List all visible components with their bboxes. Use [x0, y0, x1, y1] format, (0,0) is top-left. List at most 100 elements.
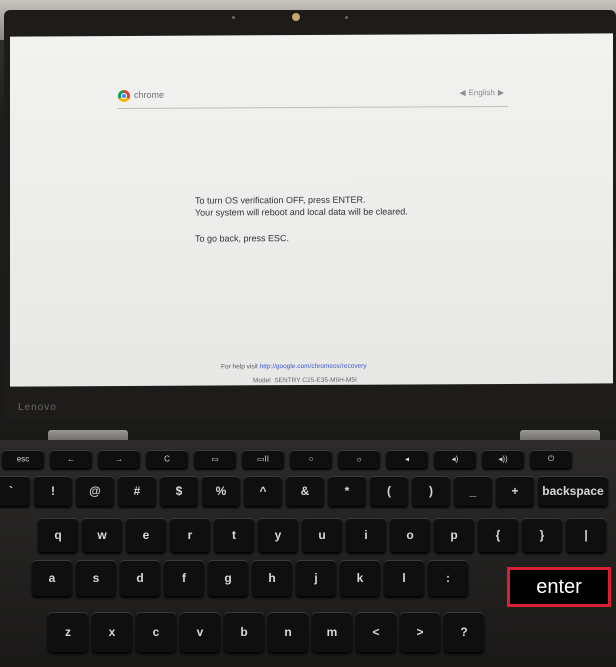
key-char[interactable]: ⏻	[530, 450, 572, 468]
key-char[interactable]: (	[370, 476, 408, 506]
photo: chrome ◀ English ▶ To turn OS verificati…	[0, 0, 616, 667]
key-char[interactable]: t	[214, 518, 254, 552]
key-char[interactable]: h	[252, 560, 292, 596]
key-label: t	[232, 528, 236, 542]
key-char[interactable]: u	[302, 518, 342, 552]
go-back-message: To go back, press ESC.	[195, 233, 290, 244]
key-char[interactable]: m	[312, 612, 352, 652]
key-label: ◂))	[498, 454, 508, 464]
key-char[interactable]: :	[428, 560, 468, 596]
key-char[interactable]: o	[390, 518, 430, 552]
key-label: ▭	[211, 454, 219, 464]
key-label: $	[175, 484, 183, 498]
key-char[interactable]: →	[98, 450, 140, 468]
key-char[interactable]: ◂)	[434, 450, 476, 468]
key-char[interactable]: e	[126, 518, 166, 552]
key-label: i	[364, 528, 368, 542]
key-char[interactable]: c	[136, 612, 176, 652]
key-char[interactable]: ☼	[338, 450, 380, 468]
recovery-help-link[interactable]: http://google.com/chromeos/recovery	[260, 363, 367, 371]
key-label: y	[274, 528, 282, 542]
key-char[interactable]: &	[286, 476, 324, 506]
key-char[interactable]: p	[434, 518, 474, 552]
key-char[interactable]: y	[258, 518, 298, 552]
language-selector[interactable]: ◀ English ▶	[459, 88, 504, 97]
key-label: k	[356, 571, 364, 585]
key-label: e	[142, 528, 150, 542]
key-label: %	[215, 484, 227, 498]
key-char[interactable]: }	[522, 518, 562, 552]
key-char[interactable]: @	[76, 476, 114, 506]
key-char[interactable]: |	[566, 518, 606, 552]
key-char[interactable]: $	[160, 476, 198, 506]
key-char[interactable]: i	[346, 518, 386, 552]
key-label: :	[446, 571, 450, 585]
key-char[interactable]: #	[118, 476, 156, 506]
bezel-dot	[232, 16, 235, 19]
key-label: @	[89, 484, 101, 498]
lenovo-logo: Lenovo	[18, 402, 57, 413]
key-char[interactable]: ○	[290, 450, 332, 468]
reboot-warning: Your system will reboot and local data w…	[195, 206, 408, 218]
triangle-left-icon[interactable]: ◀	[459, 88, 465, 97]
key-backspace[interactable]: backspace	[538, 476, 608, 506]
key-label: ◂)	[451, 454, 459, 464]
key-char[interactable]: ◂))	[482, 450, 524, 468]
key-char[interactable]: {	[478, 518, 518, 552]
key-char[interactable]: ^	[244, 476, 282, 506]
key-label: s	[92, 571, 100, 585]
key-char[interactable]: z	[48, 612, 88, 652]
key-label: m	[326, 625, 338, 639]
model-value: SENTRY C25-E35-M6H-M5I	[274, 376, 357, 385]
key-label: ^	[259, 484, 267, 498]
key-char[interactable]: ▭II	[242, 450, 284, 468]
key-char[interactable]: f	[164, 560, 204, 596]
key-char[interactable]: n	[268, 612, 308, 652]
key-char[interactable]: ◂	[386, 450, 428, 468]
key-label: z	[65, 625, 71, 639]
key-char[interactable]: >	[400, 612, 440, 652]
key-char[interactable]: ←	[50, 450, 92, 468]
key-label: ⏻	[547, 454, 555, 463]
key-char[interactable]: q	[38, 518, 78, 552]
key-char[interactable]: g	[208, 560, 248, 596]
key-char[interactable]: r	[170, 518, 210, 552]
key-char[interactable]: j	[296, 560, 336, 596]
key-char[interactable]: <	[356, 612, 396, 652]
key-char[interactable]: %	[202, 476, 240, 506]
enter-callout-label: enter	[536, 576, 582, 598]
key-label: ◂	[404, 454, 410, 464]
key-label: f	[182, 571, 186, 585]
key-char[interactable]: )	[412, 476, 450, 506]
key-char[interactable]: b	[224, 612, 264, 652]
triangle-right-icon[interactable]: ▶	[498, 88, 504, 97]
key-char[interactable]: C	[146, 450, 188, 468]
key-char[interactable]: !	[34, 476, 72, 506]
key-char[interactable]: d	[120, 560, 160, 596]
key-label: >	[416, 625, 424, 639]
key-char[interactable]: l	[384, 560, 424, 596]
key-char[interactable]: ?	[444, 612, 484, 652]
key-char[interactable]: v	[180, 612, 220, 652]
key-char[interactable]: *	[328, 476, 366, 506]
key-char[interactable]: w	[82, 518, 122, 552]
key-char[interactable]: ▭	[194, 450, 236, 468]
key-char[interactable]: `	[0, 476, 30, 506]
key-char[interactable]: _	[454, 476, 492, 506]
key-char[interactable]: s	[76, 560, 116, 596]
key-label: a	[48, 571, 56, 585]
help-prefix: For help visit	[221, 363, 258, 371]
key-label: g	[224, 571, 232, 585]
key-label: n	[284, 625, 292, 639]
laptop-screen: chrome ◀ English ▶ To turn OS verificati…	[10, 33, 613, 387]
key-label: l	[402, 571, 406, 585]
key-char[interactable]: x	[92, 612, 132, 652]
key-label: u	[318, 528, 326, 542]
key-char[interactable]: a	[32, 560, 72, 596]
key-char[interactable]: +	[496, 476, 534, 506]
key-label: backspace	[542, 484, 604, 498]
bezel-dot	[345, 16, 348, 19]
key-char[interactable]: k	[340, 560, 380, 596]
key-esc[interactable]: esc	[2, 450, 44, 468]
brand-label: chrome	[134, 89, 165, 100]
